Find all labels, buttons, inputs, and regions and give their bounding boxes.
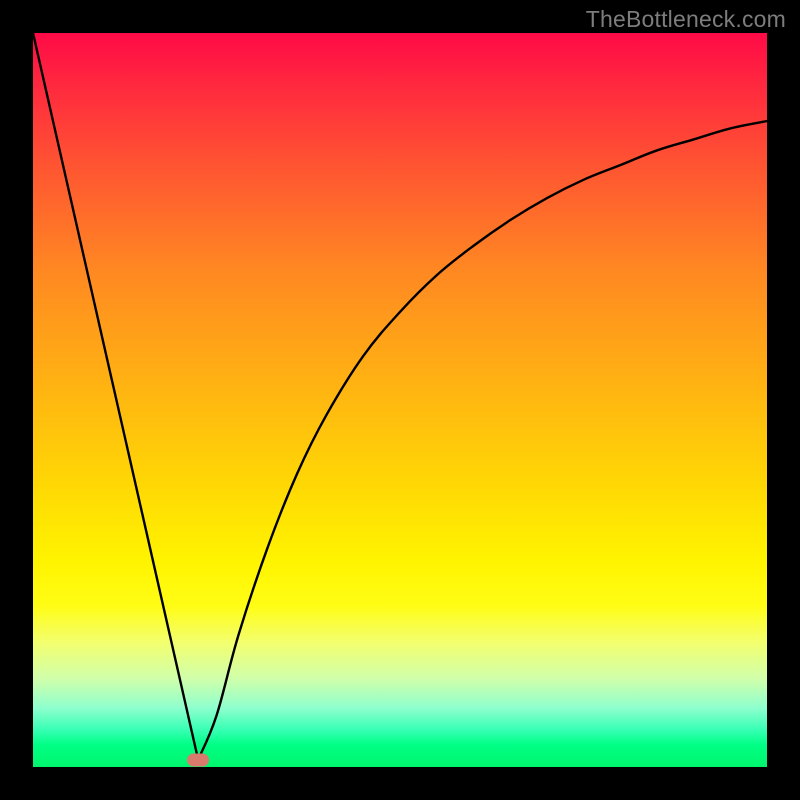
chart-plot-area (33, 33, 767, 767)
curve-right-branch (198, 121, 767, 760)
optimum-marker (187, 753, 209, 766)
watermark-text: TheBottleneck.com (586, 6, 786, 33)
curve-left-branch (33, 33, 198, 760)
bottleneck-curve (33, 33, 767, 767)
